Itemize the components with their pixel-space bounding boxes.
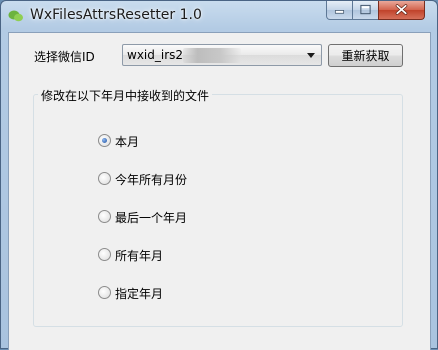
maximize-button[interactable] — [352, 1, 379, 20]
wechat-id-value: wxid_irs2 — [127, 48, 184, 62]
radio-button[interactable] — [98, 210, 111, 223]
chevron-down-icon[interactable] — [305, 50, 317, 60]
radio-selected-dot — [102, 138, 107, 143]
minimize-button[interactable] — [326, 1, 353, 20]
redacted-id-blur — [183, 48, 241, 63]
client-area: 选择微信ID wxid_irs2 重新获取 修改在以下年月中接收到的文件 本月 … — [8, 32, 431, 350]
wechat-id-label: 选择微信ID — [34, 50, 95, 64]
radio-label[interactable]: 今年所有月份 — [115, 171, 187, 188]
radio-label[interactable]: 本月 — [115, 133, 139, 150]
title-bar[interactable]: WxFilesAttrsResetter 1.0 — [1, 1, 437, 32]
radio-label[interactable]: 所有年月 — [115, 247, 163, 264]
radio-label[interactable]: 最后一个年月 — [115, 209, 187, 226]
radio-label[interactable]: 指定年月 — [115, 285, 163, 302]
refresh-button[interactable]: 重新获取 — [328, 44, 403, 67]
wechat-id-dropdown[interactable]: wxid_irs2 — [122, 44, 322, 66]
radio-button[interactable] — [98, 172, 111, 185]
wechat-bubble-icon — [8, 10, 23, 22]
window-title: WxFilesAttrsResetter 1.0 — [30, 7, 202, 23]
minimize-icon — [334, 10, 345, 14]
radio-button[interactable] — [98, 286, 111, 299]
maximize-icon — [360, 4, 371, 15]
app-window: WxFilesAttrsResetter 1.0 选择微信ID wxid_irs… — [0, 0, 438, 350]
radio-button-selected[interactable] — [98, 134, 111, 147]
month-groupbox — [33, 94, 403, 327]
close-icon — [395, 4, 408, 15]
close-button[interactable] — [378, 1, 425, 20]
groupbox-legend: 修改在以下年月中接收到的文件 — [38, 87, 213, 104]
radio-button[interactable] — [98, 248, 111, 261]
